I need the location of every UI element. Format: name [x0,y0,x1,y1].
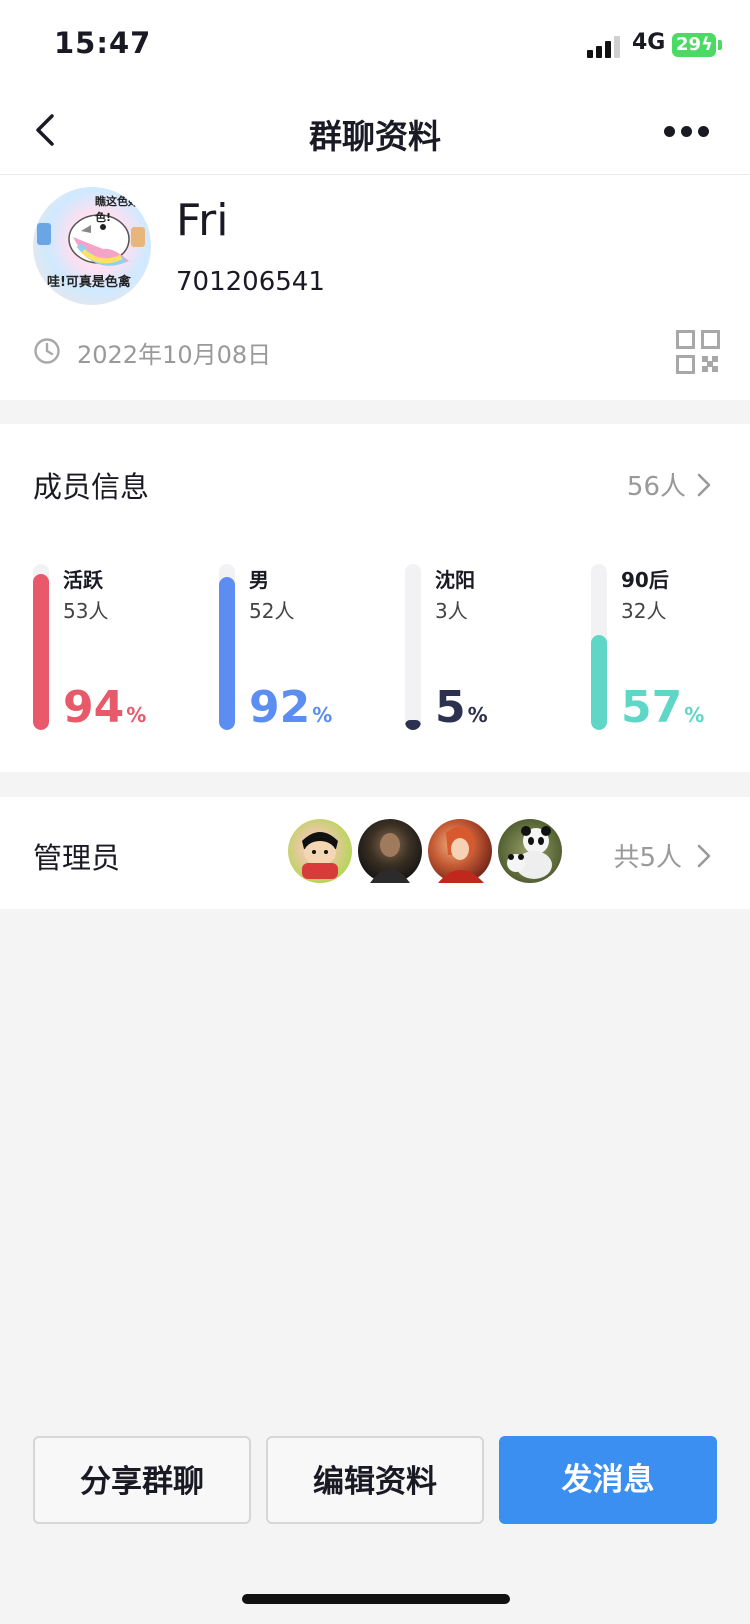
send-message-button[interactable]: 发消息 [499,1436,717,1524]
group-name: Fri [176,195,229,246]
qr-code-icon[interactable] [676,330,720,374]
anime-character-icon [438,826,484,883]
avatar[interactable] [428,819,492,883]
home-indicator [242,1594,510,1604]
share-group-button[interactable]: 分享群聊 [33,1436,251,1524]
stat-bar-fill [405,720,421,730]
stat-label: 沈阳 [435,568,475,592]
stat-count: 52人 [249,599,295,623]
stat-percent: 94% [63,682,146,733]
admin-count-link[interactable]: 共5人 [613,837,712,874]
status-time: 15:47 [54,26,152,60]
signal-icon [587,34,623,58]
more-icon[interactable] [664,126,710,138]
stat-count: 3人 [435,599,468,623]
stat-percent-value: 92 [249,682,311,733]
stat-percent-sign: % [312,703,333,727]
admin-count: 共5人 [613,843,682,873]
created-date: 2022年10月08日 [77,341,272,369]
stat-male: 男 52人 92% [219,564,399,734]
avatar-caption-bottom: 哇!可真是色禽 [47,275,131,290]
stat-label: 90后 [621,568,669,592]
stat-percent: 57% [621,682,704,733]
admin-title: 管理员 [33,841,121,875]
clock-icon [34,338,60,364]
network-type: 4G [632,30,666,55]
group-avatar[interactable]: 瞧这色好色! 哇!可真是色禽 [33,187,151,305]
stat-location: 沈阳 3人 5% [405,564,585,734]
member-info-card: 成员信息 56人 活跃 53人 94% 男 52人 92% 沈阳 3人 5% 9… [0,424,750,772]
person-portrait-icon [370,833,410,883]
stat-bar-fill [219,577,235,730]
nav-bar: 群聊资料 [0,88,750,175]
stat-percent: 92% [249,682,332,733]
stat-bar-fill [591,635,607,730]
avatar[interactable] [358,819,422,883]
stat-age: 90后 32人 57% [591,564,750,734]
stat-percent-value: 5 [435,682,466,733]
stat-bar-fill [33,574,49,730]
avatar[interactable] [498,819,562,883]
stat-percent-sign: % [467,703,488,727]
admin-card[interactable]: 管理员 共5人 [0,797,750,909]
stat-active: 活跃 53人 94% [33,564,213,734]
member-count-link[interactable]: 56人 [627,466,712,503]
battery-nub [718,40,722,50]
group-profile-card: 瞧这色好色! 哇!可真是色禽 Fri 701206541 2022年10月08日 [0,175,750,400]
stat-bar-track [405,564,421,730]
member-count: 56人 [626,472,686,502]
avatar-caption-top: 瞧这色好色! [95,195,139,224]
bottom-action-bar: 分享群聊 编辑资料 发消息 [0,1406,750,1624]
status-bar: 15:47 4G 29ϟ [0,0,750,88]
chevron-right-icon [697,473,711,496]
edit-profile-button[interactable]: 编辑资料 [266,1436,484,1524]
battery-icon: 29ϟ [672,33,716,57]
stat-bar-track [591,564,607,730]
stat-percent-sign: % [684,703,705,727]
cartoon-boy-icon [302,832,338,879]
chevron-right-icon [697,844,711,867]
member-info-title: 成员信息 [33,470,150,504]
stat-bar-track [219,564,235,730]
battery-level: 29 [676,34,702,55]
stat-count: 32人 [621,599,667,623]
stat-percent-value: 57 [621,682,683,733]
stat-bar-track [33,564,49,730]
stat-label: 男 [249,568,269,592]
stat-percent-sign: % [126,703,147,727]
stat-percent: 5% [435,682,488,733]
stat-percent-value: 94 [63,682,125,733]
stat-label: 活跃 [63,568,103,592]
group-id: 701206541 [176,267,325,297]
panda-icon [507,826,552,879]
avatar[interactable] [288,819,352,883]
page-title: 群聊资料 [309,117,441,156]
stat-count: 53人 [63,599,109,623]
